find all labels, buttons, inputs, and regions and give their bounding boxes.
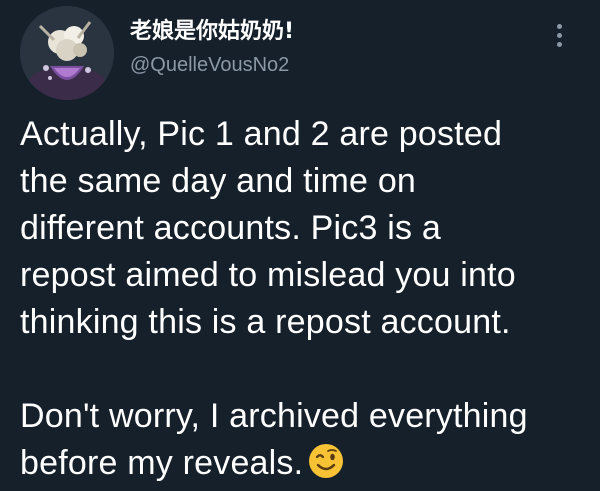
- tweet-line-text: before my reveals.: [20, 444, 304, 482]
- more-vertical-icon[interactable]: [554, 22, 566, 52]
- tweet-line: Actually, Pic 1 and 2 are posted: [20, 115, 503, 153]
- winking-face-emoji: [309, 444, 344, 478]
- display-name[interactable]: 老娘是你姑奶奶!: [130, 18, 510, 46]
- tweet-line: thinking this is a repost account.: [20, 303, 511, 341]
- tweet-line: Don't worry, I archived everything: [20, 397, 528, 435]
- tweet-line: the same day and time on: [20, 162, 417, 200]
- tweet: 老娘是你姑奶奶! @QuelleVousNo2 Actually, Pic 1 …: [0, 0, 600, 491]
- user-handle[interactable]: @QuelleVousNo2: [130, 52, 510, 78]
- tweet-text: Actually, Pic 1 and 2 are posted the sam…: [20, 111, 590, 487]
- tweet-header: 老娘是你姑奶奶! @QuelleVousNo2: [20, 6, 580, 104]
- tweet-line: repost aimed to mislead you into: [20, 256, 516, 294]
- tweet-line-last: before my reveals.: [20, 440, 590, 487]
- author-info: 老娘是你姑奶奶! @QuelleVousNo2: [130, 18, 510, 78]
- tweet-line: different accounts. Pic3 is a: [20, 209, 441, 247]
- avatar-flower-illustration: [20, 6, 114, 100]
- avatar[interactable]: [20, 6, 114, 100]
